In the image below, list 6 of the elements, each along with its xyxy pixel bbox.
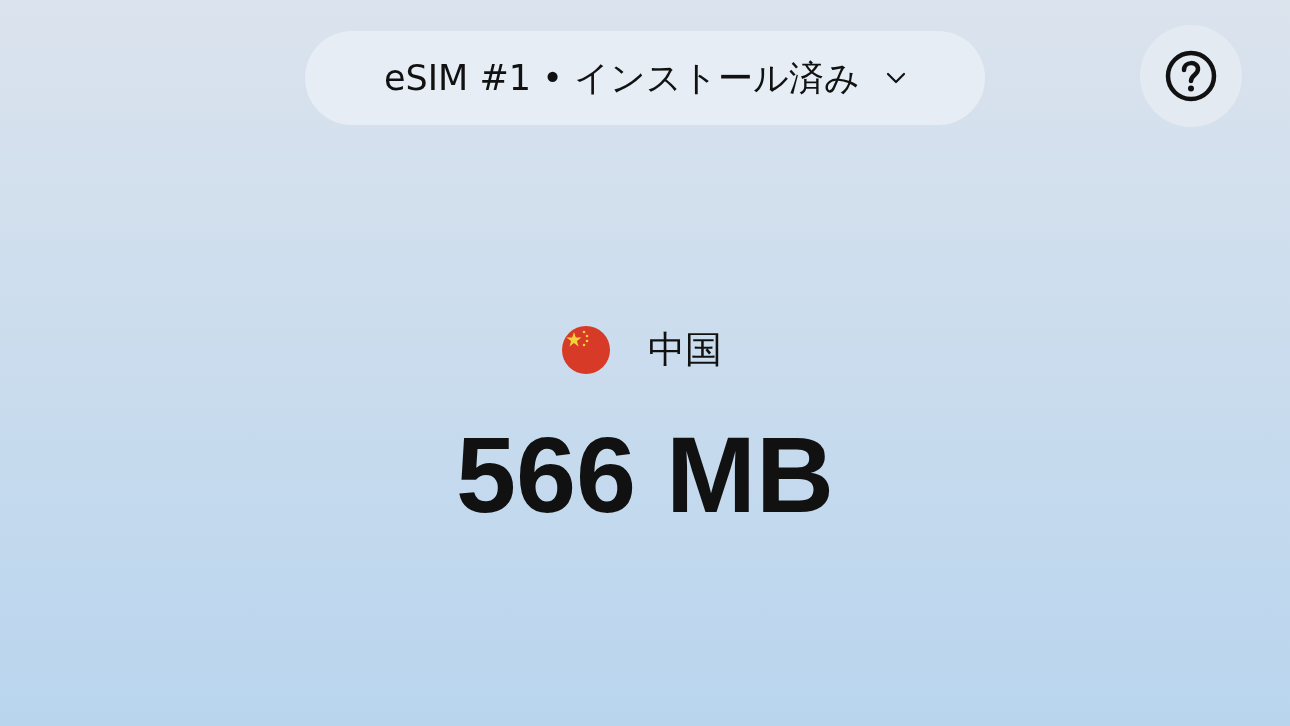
data-remaining: 566 MB — [455, 421, 835, 529]
country-name: 中国 — [648, 327, 722, 373]
help-icon — [1164, 49, 1218, 103]
sim-selector[interactable]: eSIM #1 • インストール済み — [305, 31, 985, 125]
chevron-down-icon — [885, 72, 906, 84]
flag-icon — [562, 326, 610, 374]
